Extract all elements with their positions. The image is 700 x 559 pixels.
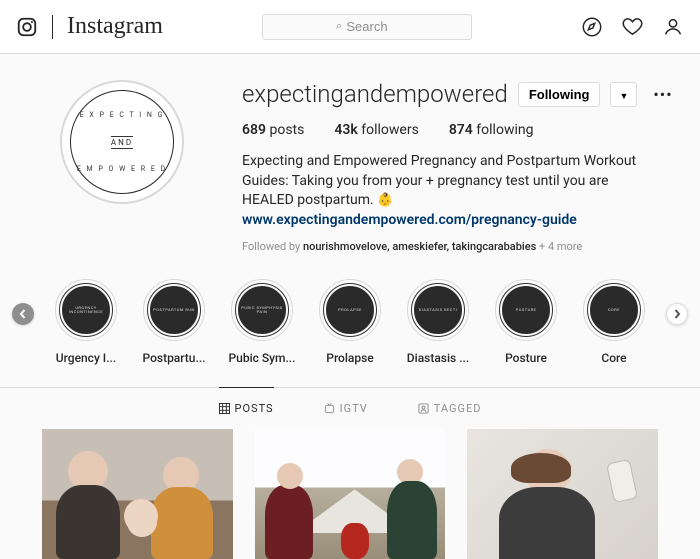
suggested-dropdown-button[interactable]: ▼ [610,82,637,107]
profile-header: E X P E C T I N G AND E M P O W E R E D … [0,54,700,271]
posts-grid [0,429,700,559]
baby-emoji-icon: 👶 [377,193,393,208]
avatar-text: AND [111,136,133,149]
highlights-prev-button[interactable] [12,303,34,325]
highlight-ring: Pubic Symphysis Pain [231,279,293,341]
story-highlight[interactable]: Postpartum Run Postpartu... [134,279,214,365]
followers-stat[interactable]: 43k followers [334,122,418,138]
highlights-section: Urgency Incontinence Urgency I... Postpart… [0,271,700,387]
following-button[interactable]: Following [518,82,601,107]
highlight-label: Core [601,351,626,365]
top-nav: Instagram ⌕ [0,0,700,54]
avatar-column: E X P E C T I N G AND E M P O W E R E D [50,80,194,253]
story-highlight[interactable]: Diastasis Recti Diastasis ... [398,279,478,365]
instagram-wordmark[interactable]: Instagram [67,13,163,40]
followed-by[interactable]: Followed by nourishmovelove, ameskiefer,… [242,240,650,253]
highlight-ring: Core [583,279,645,341]
explore-icon[interactable] [581,16,603,38]
highlight-label: Diastasis ... [407,351,469,365]
instagram-glyph-icon[interactable] [16,16,38,38]
highlight-ring: Urgency Incontinence [55,279,117,341]
highlight-cover: Postpartum Run [148,284,200,336]
posts-stat[interactable]: 689 posts [242,122,304,138]
highlight-ring: Diastasis Recti [407,279,469,341]
tab-posts[interactable]: POSTS [219,387,274,429]
highlight-ring: Postpartum Run [143,279,205,341]
avatar-text: E M P O W E R E D [77,165,167,173]
profile-tabs: POSTS IGTV TAGGED [0,387,700,429]
story-highlight[interactable]: Prolapse Prolapse [310,279,390,365]
username-row: expectingandempowered Following ▼ ••• [242,80,650,108]
highlight-cover: Core [588,284,640,336]
bio: Expecting and Empowered Pregnancy and Po… [242,152,650,230]
highlight-cover: Posture [500,284,552,336]
tab-igtv[interactable]: IGTV [324,387,368,429]
bio-text: Expecting and Empowered Pregnancy and Po… [242,153,636,208]
story-highlight[interactable]: Pubic Symphysis Pain Pubic Sym... [222,279,302,365]
highlights-next-button[interactable] [666,303,688,325]
profile-info: expectingandempowered Following ▼ ••• 68… [242,80,650,253]
highlight-label: Postpartu... [143,351,206,365]
profile-avatar[interactable]: E X P E C T I N G AND E M P O W E R E D [60,80,184,204]
story-highlight[interactable]: Core Core [574,279,654,365]
story-highlight[interactable]: Urgency Incontinence Urgency I... [46,279,126,365]
highlight-label: Posture [505,351,547,365]
highlight-label: Prolapse [326,351,373,365]
profile-icon[interactable] [662,16,684,38]
highlight-cover: Pubic Symphysis Pain [236,284,288,336]
highlight-ring: Prolapse [319,279,381,341]
highlight-label: Urgency I... [56,351,116,365]
tab-label: IGTV [340,402,368,415]
username: expectingandempowered [242,80,508,108]
activity-heart-icon[interactable] [621,15,644,38]
nav-icons [581,15,684,38]
more-options-button[interactable]: ••• [647,85,678,104]
tab-tagged[interactable]: TAGGED [418,387,482,429]
highlight-label: Pubic Sym... [229,351,296,365]
highlight-ring: Posture [495,279,557,341]
highlight-cover: Urgency Incontinence [60,284,112,336]
tab-label: POSTS [235,402,274,415]
post-thumbnail[interactable] [467,429,658,559]
highlight-cover: Diastasis Recti [412,284,464,336]
tab-label: TAGGED [434,402,482,415]
chevron-down-icon: ▼ [619,91,628,101]
stats-row: 689 posts 43k followers 874 following [242,122,650,138]
search-wrap: ⌕ [262,14,472,40]
post-thumbnail[interactable] [42,429,233,559]
story-highlight[interactable]: Posture Posture [486,279,566,365]
highlight-cover: Prolapse [324,284,376,336]
post-thumbnail[interactable] [255,429,446,559]
logo-divider [52,15,53,39]
avatar-text: E X P E C T I N G [80,111,165,119]
search-input[interactable] [262,14,472,40]
following-stat[interactable]: 874 following [449,122,534,138]
bio-link[interactable]: www.expectingandempowered.com/pregnancy-… [242,212,577,228]
